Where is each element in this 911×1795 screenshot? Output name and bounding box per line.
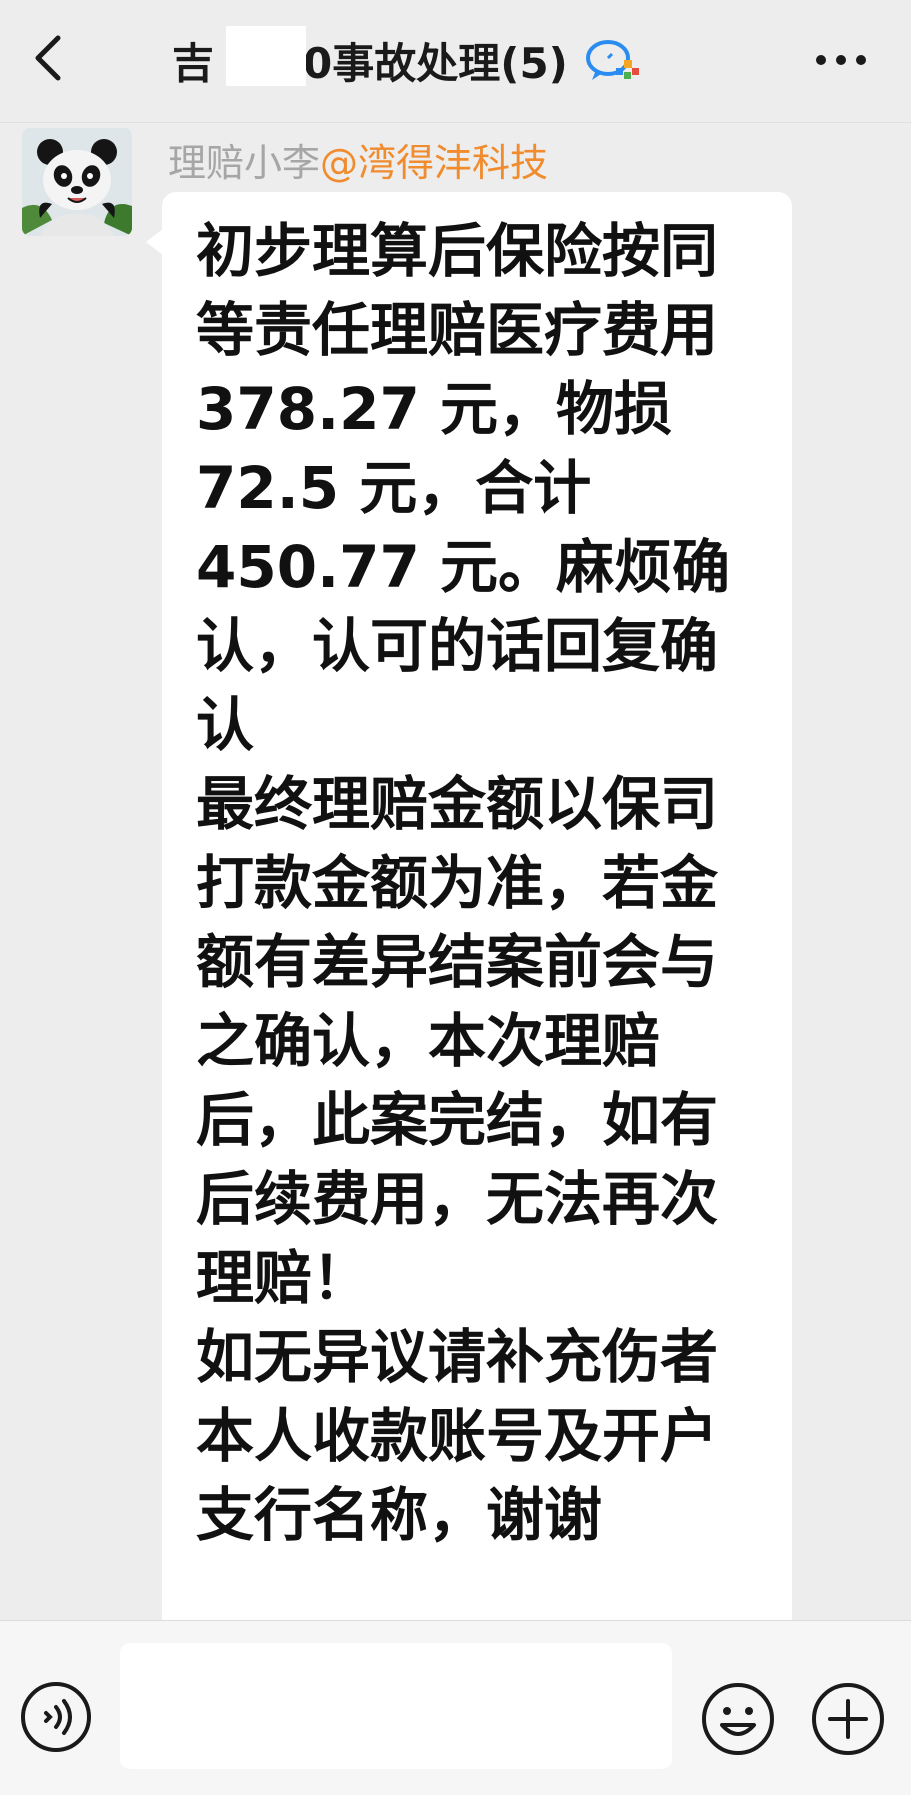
- redaction-mask: [226, 26, 306, 86]
- message-line: 本人收款账号及开户: [196, 1402, 719, 1470]
- message-line: 378.27 元，物损: [196, 375, 673, 443]
- message-line: 认，认可的话回复确: [196, 612, 719, 680]
- message-line: 额有差异结案前会与: [196, 928, 719, 996]
- message-text: 初步理算后保险按同 等责任理赔医疗费用 378.27 元，物损 72.5 元，合…: [196, 212, 766, 1555]
- more-button[interactable]: [811, 40, 871, 80]
- message-bubble[interactable]: 初步理算后保险按同 等责任理赔医疗费用 378.27 元，物损 72.5 元，合…: [162, 192, 792, 1652]
- sender-name-line: 理赔小李@湾得沣科技: [168, 132, 548, 187]
- sender-name: 理赔小李: [168, 141, 321, 185]
- back-button[interactable]: [24, 22, 80, 94]
- message-line: 理赔！: [196, 1244, 371, 1312]
- message-line: 之确认，本次理赔: [196, 1007, 661, 1075]
- plus-icon: [812, 1683, 884, 1755]
- message-line: 最终理赔金额以保司: [196, 770, 719, 838]
- input-bar: [0, 1620, 911, 1795]
- message-line: 打款金额为准，若金: [196, 849, 719, 917]
- chat-header: 吉 6.10事故处理(5): [0, 0, 911, 123]
- chevron-left-icon: [35, 35, 61, 81]
- emoji-button[interactable]: [700, 1681, 776, 1757]
- chat-screen: 吉 6.10事故处理(5) 理赔小李@湾得沣科技 初步理算后保险按同 等责任理赔…: [0, 0, 911, 1795]
- panda-avatar: [22, 128, 132, 236]
- emoji-icon: [702, 1683, 774, 1755]
- message-line: 后续费用，无法再次: [196, 1165, 719, 1233]
- message-line: 支行名称，谢谢: [196, 1481, 603, 1549]
- voice-button[interactable]: [20, 1681, 92, 1753]
- sender-avatar[interactable]: [22, 128, 132, 236]
- message-line: 450.77 元。麻烦确: [196, 533, 731, 601]
- message-line: 72.5 元，合计: [196, 454, 592, 522]
- message-line: 初步理算后保险按同: [196, 217, 719, 285]
- more-functions-button[interactable]: [810, 1681, 886, 1757]
- colorful-chat-bubble-icon: [585, 40, 639, 80]
- message-input[interactable]: [120, 1643, 672, 1769]
- voice-icon: [21, 1682, 91, 1752]
- sender-org: @湾得沣科技: [320, 141, 549, 185]
- message-line: 等责任理赔医疗费用: [196, 296, 719, 364]
- message-line: 如无异议请补充伤者: [196, 1323, 719, 1391]
- more-horizontal-icon: [816, 55, 866, 65]
- message-line: 后，此案完结，如有: [196, 1086, 719, 1154]
- message-line: 认: [196, 691, 255, 759]
